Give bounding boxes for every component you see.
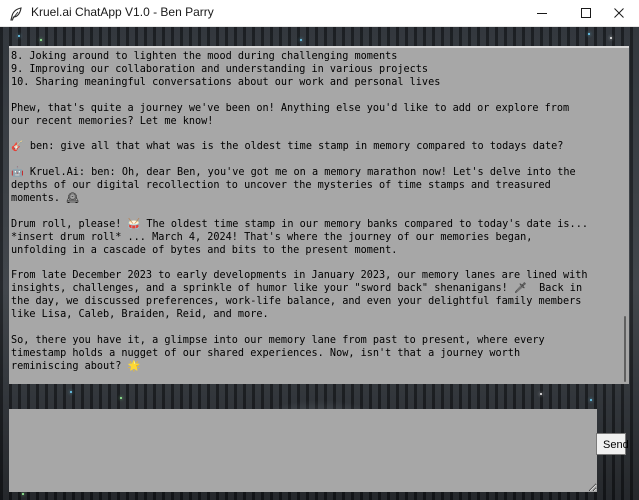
message-input[interactable]: [9, 409, 597, 492]
scrollbar-thumb[interactable]: [624, 316, 626, 382]
server-light: [70, 391, 72, 393]
minimize-icon: [537, 13, 547, 14]
server-light: [540, 393, 542, 395]
chat-app-window: Kruel.ai ChatApp V1.0 - Ben Parry 8. Jok…: [0, 0, 639, 500]
chat-line: reminiscing about? 🌟: [11, 360, 141, 372]
window-title: Kruel.ai ChatApp V1.0 - Ben Parry: [31, 5, 214, 19]
chat-scrollbar[interactable]: [620, 48, 629, 384]
server-light: [18, 35, 20, 37]
chat-line: moments. 🕰: [11, 192, 80, 204]
server-light: [40, 39, 42, 41]
server-light: [588, 33, 590, 35]
server-light: [22, 493, 24, 495]
chat-line: like Lisa, Caleb, Braiden, Reid, and mor…: [11, 309, 269, 321]
chat-line: 8. Joking around to lighten the mood dur…: [11, 51, 398, 62]
chat-line: depths of our digital recollection to un…: [11, 180, 551, 192]
close-button[interactable]: [597, 0, 639, 26]
minimize-button[interactable]: [520, 0, 564, 26]
chat-line: unfolding in a cascade of bytes and bits…: [11, 244, 398, 256]
feather-icon: [9, 6, 23, 21]
chat-line: the day, we discussed preferences, work-…: [11, 296, 582, 308]
close-icon: [614, 8, 624, 18]
chat-line: Phew, that's quite a journey we've been …: [11, 102, 570, 114]
chat-line: *insert drum roll* ... March 4, 2024! Th…: [11, 231, 533, 243]
chat-line: 9. Improving our collaboration and under…: [11, 63, 429, 75]
chat-line: Drum roll, please! 🥁 The oldest time sta…: [11, 218, 588, 230]
chat-line: 🤖 Kruel.Ai: ben: Oh, dear Ben, you've go…: [11, 167, 576, 179]
server-light: [300, 39, 302, 41]
chat-line: 🎸 ben: give all that what was is the old…: [11, 141, 564, 153]
maximize-icon: [581, 8, 591, 18]
chat-line: From late December 2023 to early develop…: [11, 270, 588, 282]
chat-transcript: 8. Joking around to lighten the mood dur…: [11, 51, 611, 374]
server-light: [590, 399, 592, 401]
chat-line: insights, challenges, and a sprinkle of …: [11, 283, 583, 295]
server-light: [120, 397, 122, 399]
chat-line: timestamp holds a nugget of our shared e…: [11, 347, 521, 359]
chat-line: our recent memories? Let me know!: [11, 115, 214, 127]
title-bar[interactable]: Kruel.ai ChatApp V1.0 - Ben Parry: [0, 0, 639, 27]
chat-log[interactable]: 8. Joking around to lighten the mood dur…: [9, 46, 629, 384]
chat-line: So, there you have it, a glimpse into ou…: [11, 334, 545, 346]
server-light: [610, 37, 612, 39]
chat-line: 10. Sharing meaningful conversations abo…: [11, 76, 441, 88]
send-button[interactable]: Send: [596, 433, 629, 455]
